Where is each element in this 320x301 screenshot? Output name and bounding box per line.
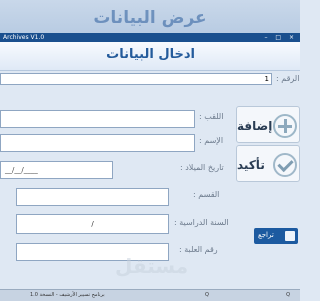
form-title: ادخال البيانات [106,47,195,62]
back-icon [285,231,295,241]
back-button[interactable]: تراجع [254,228,298,244]
birthdate-label: تاريخ الميلاد : [180,163,224,172]
surname-label: اللقب : [199,112,224,121]
status-text-middle: Q [205,292,209,298]
status-text-left: برنامج تسيير الأرشيف - النسخة 1.0 [30,292,105,298]
plus-icon [273,114,297,138]
status-text-right: Q [286,292,290,298]
id-field[interactable]: 1 [0,73,272,85]
section-select[interactable] [16,188,169,206]
name-input[interactable] [0,134,195,152]
school-year-label: السنة الدراسية : [174,218,229,227]
section-label: القسم : [193,190,220,199]
form-header: ادخال البيانات [0,42,300,71]
birthdate-input[interactable]: __/__/____ [0,161,113,179]
status-bar: برنامج تسيير الأرشيف - النسخة 1.0 Q Q [0,289,300,301]
background-window-title: عرض البيانات [93,8,207,28]
grade-label: رقم العلبة : [179,245,218,254]
school-year-input[interactable]: / [16,214,169,234]
add-button[interactable]: إضافة [236,106,300,143]
window-titlebar[interactable]: Archives V1.0 – □ × [0,33,300,42]
watermark: مستقل [115,254,189,278]
add-button-label: إضافة [237,119,273,133]
id-label: الرقم : [276,74,300,83]
window-title: Archives V1.0 [3,34,45,41]
confirm-button-label: تأكيد [237,158,265,172]
surname-input[interactable] [0,110,195,128]
name-label: الإسم : [199,136,224,145]
window-controls[interactable]: – □ × [264,33,297,42]
back-button-label: تراجع [258,231,274,239]
confirm-button[interactable]: تأكيد [236,145,300,182]
check-icon [273,153,297,177]
